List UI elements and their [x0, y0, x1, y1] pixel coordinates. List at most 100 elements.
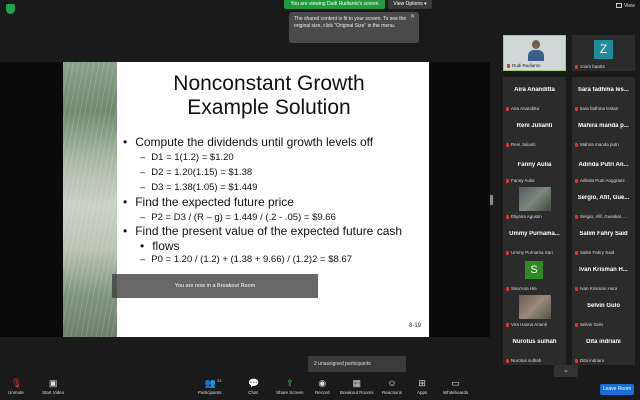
participant-tile[interactable]: Aira Ananditta Aira Ananditta	[503, 77, 566, 113]
participant-tile[interactable]: Z zoom baa04	[572, 35, 635, 71]
apps-icon: ⊞	[418, 378, 426, 388]
participant-name: Dita indriani	[580, 358, 604, 363]
participant-name: Aira Ananditta	[511, 106, 540, 111]
participant-name: Sergio, Afif, Gueskal, ...	[580, 214, 628, 219]
participants-button[interactable]: 👥 Participants 33	[198, 378, 222, 395]
mic-muted-icon	[575, 215, 578, 219]
participant-tile[interactable]: Mahira manda p... Mahira manda putri	[572, 113, 635, 149]
flows-text: flows	[152, 239, 180, 253]
mic-muted-icon	[575, 323, 578, 327]
participant-name: Selvin Gulo	[580, 322, 604, 327]
participant-display-name: Mahira manda p...	[578, 123, 629, 129]
participant-display-name: Selvin Gulo	[586, 303, 620, 309]
participant-tile[interactable]: tiara fadhma les... tiara fadhma lestari	[572, 77, 635, 113]
slide-page-number: 8-19	[408, 323, 421, 329]
participant-display-name: Sergio, Afif, Gue...	[577, 195, 630, 201]
view-label: View	[624, 3, 635, 9]
participant-tile[interactable]: Sergio, Afif, Gue... Sergio, Afif, Gueska…	[572, 185, 635, 221]
meeting-toolbar: 🎙 Unmute ▣ Start Video 👥 Participants 33 💬 Ch…	[0, 378, 640, 400]
participant-name: Vira Hasna Arianti	[511, 322, 547, 327]
splitter-handle[interactable]	[490, 195, 493, 205]
chat-button[interactable]: 💬 Chat	[248, 379, 259, 396]
apps-button[interactable]: ⊞ Apps	[417, 378, 427, 396]
close-icon[interactable]: ✕	[410, 14, 415, 21]
participant-tile[interactable]: Salim Fahry Said Salim Fahry Said	[572, 221, 635, 257]
view-options-button[interactable]: View Options ▾	[388, 0, 432, 9]
participant-name: tiara fadhma lestari	[580, 106, 619, 111]
mic-muted-icon	[506, 323, 509, 327]
participant-display-name: Salim Fahry Said	[579, 231, 628, 237]
whiteboard-icon: ▭	[451, 378, 460, 388]
participant-name: Ivan Krisman Hura	[580, 286, 618, 291]
participants-icon: 👥	[204, 378, 216, 388]
leave-room-button[interactable]: Leave Room	[600, 384, 634, 395]
participant-display-name: Adinda Putri An...	[578, 162, 629, 168]
participant-tile[interactable]: Fanny Aulia Fanny Aulia	[503, 149, 566, 185]
participant-name: Fanny Aulia	[511, 178, 535, 183]
participant-name: Reni Julianti	[511, 142, 536, 147]
unassigned-participants-notice[interactable]: 2 unassigned participants	[308, 356, 406, 372]
mic-muted-icon	[506, 179, 509, 183]
chevron-down-icon: ⌄	[563, 367, 569, 374]
mic-muted-icon	[507, 64, 510, 68]
participant-name: zoom baa04	[580, 64, 605, 69]
participant-video	[519, 295, 551, 319]
participant-display-name: Reni Julianti	[516, 123, 553, 129]
record-button[interactable]: ◉ Record	[315, 378, 330, 396]
rain-image	[63, 62, 117, 337]
shared-screen: Nonconstant Growth Example Solution Comp…	[0, 62, 490, 337]
mic-muted-icon	[575, 359, 578, 363]
sub-d3: D3 = 1.38(1.05) = $1.449	[140, 182, 257, 193]
gallery-scroll-down-button[interactable]: ⌄	[554, 365, 578, 377]
participant-tile[interactable]: Selvin Gulo Selvin Gulo	[572, 293, 635, 329]
participant-tile[interactable]: Ivan Krisman H... Ivan Krisman Hura	[572, 257, 635, 293]
participant-tile[interactable]: Reni Julianti Reni Julianti	[503, 113, 566, 149]
title-line-1: Nonconstant Growth	[173, 72, 365, 95]
participant-tile[interactable]: Adinda Putri An... Adinda Putri Anggraini	[572, 149, 635, 185]
participant-name: Adinda Putri Anggraini	[580, 178, 625, 183]
whiteboards-button[interactable]: ▭ Whiteboards	[443, 378, 468, 396]
mic-muted-icon	[506, 215, 509, 219]
participant-tile[interactable]: Eliyana Agustin	[503, 185, 566, 221]
participant-tile[interactable]: Nurotus sulhah Nurotus sulhah	[503, 329, 566, 365]
record-icon: ◉	[318, 378, 327, 388]
participants-count: 33	[217, 378, 222, 383]
participant-tile[interactable]: Ummy Purnama... Ummy Purnama Sari	[503, 221, 566, 257]
reactions-icon: ☺	[387, 378, 397, 388]
share-screen-icon: ⇪	[285, 378, 294, 388]
avatar: S	[525, 261, 543, 279]
participant-display-name: Fanny Aulia	[517, 162, 552, 168]
sub-d2: D2 = 1.20(1.15) = $1.38	[140, 167, 252, 178]
breakout-rooms-icon: ▦	[352, 378, 361, 388]
bullet-compute: Compute the dividends until growth level…	[123, 135, 373, 149]
participant-display-name: Aira Ananditta	[514, 87, 555, 93]
unmute-button[interactable]: 🎙 Unmute	[8, 378, 24, 396]
video-off-icon: ▣	[48, 378, 58, 388]
participant-name: Nurotus sulhah	[511, 358, 542, 363]
bullet-future-price: Find the expected future price	[123, 195, 294, 209]
mic-muted-icon: 🎙	[10, 378, 23, 388]
view-button[interactable]: View	[616, 3, 635, 9]
participant-display-name: Ivan Krisman H...	[579, 267, 628, 273]
participant-tile[interactable]: Dita indriani Dita indriani	[572, 329, 635, 365]
participant-name: Mahira manda putri	[580, 142, 619, 147]
participant-name: Sisa'Aria Hia	[511, 286, 537, 291]
participant-display-name: tiara fadhma les...	[578, 87, 629, 93]
participant-tile[interactable]: S Sisa'Aria Hia	[503, 257, 566, 293]
avatar: Z	[594, 40, 613, 59]
start-video-button[interactable]: ▣ Start Video	[42, 378, 64, 396]
participant-display-name: Nurotus sulhah	[512, 339, 557, 345]
mic-muted-icon	[575, 287, 578, 291]
participant-tile[interactable]: Vira Hasna Arianti	[503, 293, 566, 329]
grid-icon	[616, 3, 622, 8]
reactions-button[interactable]: ☺ Reactions	[382, 378, 402, 396]
breakout-rooms-button[interactable]: ▦ Breakout Rooms	[340, 378, 374, 396]
participant-name: Eliyana Agustin	[511, 214, 542, 219]
participant-tile[interactable]: Dudi Rudianto	[503, 35, 566, 71]
mic-muted-icon	[575, 143, 578, 147]
fit-screen-tooltip: The shared content is fit to your screen…	[289, 12, 419, 43]
participant-name: Salim Fahry Said	[580, 250, 615, 255]
share-screen-button[interactable]: ⇪ Share Screen	[276, 378, 304, 396]
security-shield-icon[interactable]	[6, 4, 15, 14]
participant-video	[519, 187, 551, 211]
